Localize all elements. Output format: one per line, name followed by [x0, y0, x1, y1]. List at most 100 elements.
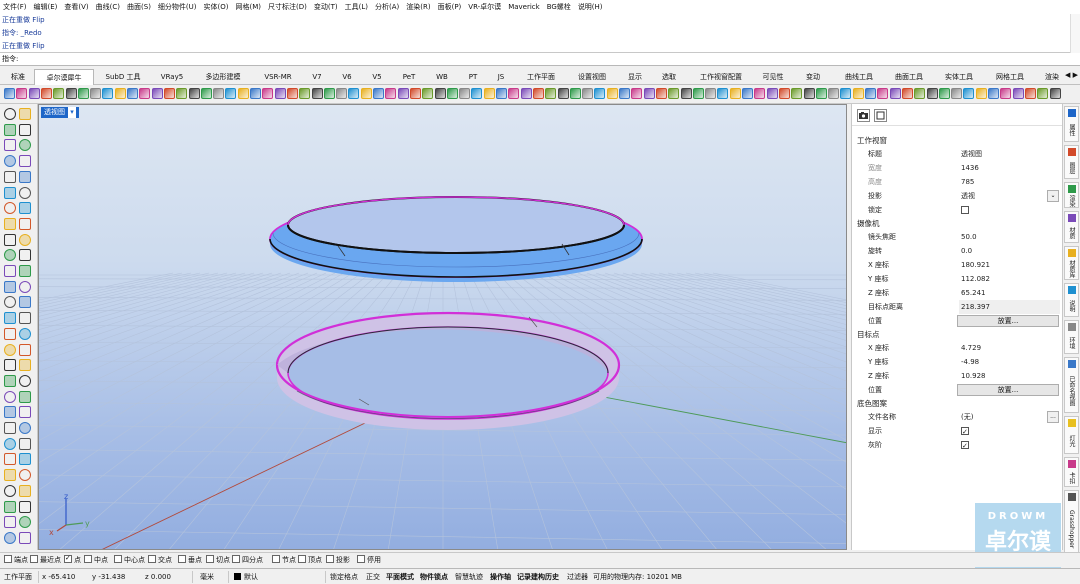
- toolbar-tool-icon[interactable]: [754, 88, 766, 99]
- toolbar-tool-icon[interactable]: [717, 88, 729, 99]
- osnap-toggle[interactable]: 端点: [4, 555, 28, 566]
- osnap-toggle[interactable]: 投影: [326, 555, 350, 566]
- osnap-checkbox[interactable]: [64, 553, 72, 564]
- toolbar-tool-icon[interactable]: [397, 88, 409, 99]
- left-tool-icon[interactable]: [4, 233, 16, 246]
- osnap-toggle[interactable]: 停用: [357, 555, 381, 566]
- side-tab[interactable]: 图层: [1064, 145, 1079, 179]
- toolbar-tab[interactable]: V5: [363, 69, 391, 85]
- toolbar-tool-icon[interactable]: [336, 88, 348, 99]
- toolbar-tab[interactable]: JS: [488, 69, 514, 85]
- left-tool-icon[interactable]: [4, 469, 16, 482]
- left-tool-icon[interactable]: [4, 280, 16, 293]
- left-tool-icon[interactable]: [19, 123, 31, 136]
- osnap-toggle[interactable]: 交点: [148, 555, 172, 566]
- toolbar-tool-icon[interactable]: [16, 88, 28, 99]
- viewport-title-tab[interactable]: 透视图 ▾: [41, 107, 79, 118]
- toolbar-tool-icon[interactable]: [4, 88, 15, 99]
- toolbar-tool-icon[interactable]: [1012, 88, 1024, 99]
- rotation-field[interactable]: 0.0: [959, 244, 1060, 258]
- toolbar-tool-icon[interactable]: [520, 88, 532, 99]
- toolbar-tab[interactable]: 显示: [620, 69, 650, 85]
- toolbar-tool-icon[interactable]: [188, 88, 200, 99]
- prop-title-value[interactable]: 透视图: [959, 147, 1060, 161]
- toolbar-tool-icon[interactable]: [766, 88, 778, 99]
- toolbar-tab[interactable]: PeT: [393, 69, 425, 85]
- osnap-checkbox[interactable]: [272, 555, 280, 563]
- osnap-checkbox[interactable]: [30, 555, 38, 563]
- left-tool-icon[interactable]: [19, 217, 31, 230]
- toolbar-tool-icon[interactable]: [459, 88, 471, 99]
- toolbar-tab[interactable]: 卓尔谟犀牛: [34, 69, 94, 85]
- cam-z-field[interactable]: 65.241: [959, 286, 1060, 300]
- toolbar-tool-icon[interactable]: [532, 88, 544, 99]
- left-tool-icon[interactable]: [4, 343, 16, 356]
- tgt-y-field[interactable]: -4.98: [959, 355, 1060, 369]
- toolbar-tool-icon[interactable]: [791, 88, 803, 99]
- left-tool-icon[interactable]: [4, 312, 16, 325]
- toolbar-tool-icon[interactable]: [225, 88, 237, 99]
- menu-item[interactable]: 分析(A): [375, 2, 399, 12]
- osnap-toggle[interactable]: 切点: [206, 555, 230, 566]
- status-units[interactable]: 毫米: [200, 571, 214, 583]
- toolbar-tab[interactable]: 工作视窗配置: [688, 69, 754, 85]
- camera-icon[interactable]: [857, 109, 870, 122]
- toolbar-tool-icon[interactable]: [1049, 88, 1061, 99]
- toolbar-tool-icon[interactable]: [729, 88, 741, 99]
- toolbar-tool-icon[interactable]: [483, 88, 495, 99]
- toolbar-tab[interactable]: 渲染: [1037, 69, 1067, 85]
- left-tool-icon[interactable]: [4, 170, 16, 183]
- menu-item[interactable]: 面板(P): [438, 2, 462, 12]
- left-tool-icon[interactable]: [19, 108, 31, 120]
- left-tool-icon[interactable]: [19, 155, 31, 168]
- toolbar-tool-icon[interactable]: [1037, 88, 1049, 99]
- toolbar-tool-icon[interactable]: [1000, 88, 1012, 99]
- menu-item[interactable]: 渲染(R): [406, 2, 430, 12]
- osnap-checkbox[interactable]: [84, 555, 92, 563]
- left-tool-icon[interactable]: [19, 359, 31, 372]
- toolbar-tool-icon[interactable]: [778, 88, 790, 99]
- menu-item[interactable]: 文件(F): [3, 2, 27, 12]
- menu-item[interactable]: 网格(M): [236, 2, 262, 12]
- filename-field[interactable]: (无): [959, 410, 1060, 424]
- toolbar-tool-icon[interactable]: [975, 88, 987, 99]
- toolbar-tab[interactable]: 变动: [793, 69, 833, 85]
- menu-item[interactable]: 尺寸标注(D): [268, 2, 307, 12]
- toolbar-tool-icon[interactable]: [385, 88, 397, 99]
- toolbar-tool-icon[interactable]: [901, 88, 913, 99]
- osnap-checkbox[interactable]: [298, 555, 306, 563]
- camera-place-button[interactable]: 放置...: [957, 315, 1059, 327]
- toolbar-tool-icon[interactable]: [877, 88, 889, 99]
- toolbar-tool-icon[interactable]: [299, 88, 311, 99]
- left-tool-icon[interactable]: [4, 453, 16, 466]
- side-tab[interactable]: 属性: [1064, 106, 1079, 142]
- toolbar-tool-icon[interactable]: [40, 88, 52, 99]
- left-tool-icon[interactable]: [4, 139, 16, 152]
- toolbar-tool-icon[interactable]: [163, 88, 175, 99]
- status-history[interactable]: 记录建构历史: [517, 571, 559, 583]
- side-tab[interactable]: 说明: [1064, 283, 1079, 317]
- lens-field[interactable]: 50.0: [959, 230, 1060, 244]
- status-osnap[interactable]: 物件锁点: [420, 571, 448, 583]
- left-tool-icon[interactable]: [4, 422, 16, 434]
- toolbar-tool-icon[interactable]: [213, 88, 225, 99]
- left-tool-icon[interactable]: [19, 312, 31, 325]
- side-tab[interactable]: 灯光: [1064, 416, 1079, 454]
- toolbar-tab[interactable]: 网格工具: [986, 69, 1034, 85]
- toolbar-tool-icon[interactable]: [606, 88, 618, 99]
- toolbar-tool-icon[interactable]: [373, 88, 384, 99]
- toolbar-tool-icon[interactable]: [1024, 88, 1036, 99]
- left-tool-icon[interactable]: [4, 249, 16, 262]
- menu-item[interactable]: BG螺栓: [547, 2, 571, 12]
- toolbar-tool-icon[interactable]: [262, 88, 274, 99]
- toolbar-tool-icon[interactable]: [28, 88, 40, 99]
- osnap-checkbox[interactable]: [178, 555, 186, 563]
- toolbar-tool-icon[interactable]: [852, 88, 864, 99]
- toolbar-tool-icon[interactable]: [692, 88, 704, 99]
- left-tool-icon[interactable]: [4, 437, 16, 450]
- toolbar-tool-icon[interactable]: [422, 88, 434, 99]
- status-layer[interactable]: 默认: [234, 571, 258, 583]
- toolbar-tab[interactable]: 标准: [4, 69, 32, 85]
- left-tool-icon[interactable]: [4, 406, 16, 419]
- toolbar-tab[interactable]: 曲面工具: [886, 69, 932, 85]
